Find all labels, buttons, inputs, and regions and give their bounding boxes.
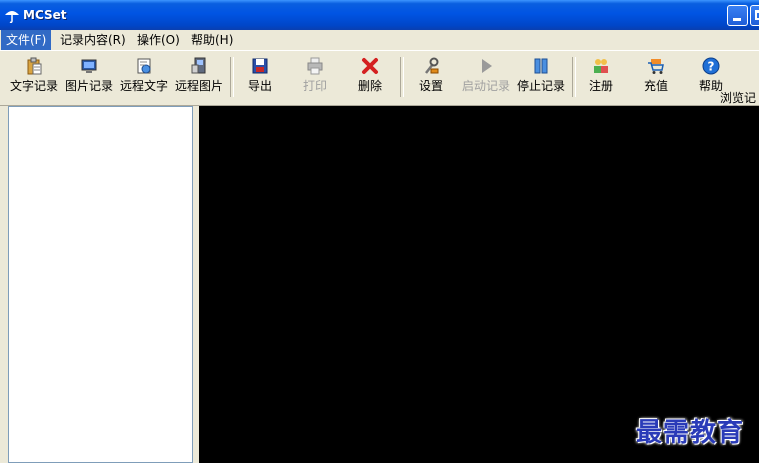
- print-button[interactable]: 打印: [287, 55, 343, 99]
- text-record-button[interactable]: 文字记录: [6, 55, 62, 99]
- remote-image-button[interactable]: 远程图片: [171, 55, 227, 99]
- svg-text:?: ?: [708, 60, 715, 74]
- maximize-icon: [755, 10, 759, 20]
- export-button[interactable]: 导出: [232, 55, 288, 99]
- maximize-button[interactable]: [750, 5, 759, 26]
- stop-record-label: 停止记录: [516, 79, 565, 93]
- image-record-icon: [81, 59, 97, 73]
- remote-image-label: 远程图片: [174, 79, 223, 93]
- browse-record-label: 浏览记: [720, 91, 757, 105]
- start-record-button[interactable]: 启动记录: [458, 55, 514, 99]
- minimize-icon: [733, 18, 741, 21]
- image-record-button[interactable]: 图片记录: [61, 55, 117, 99]
- remote-image-icon: [191, 57, 206, 74]
- toolbar: 文字记录 图片记录 远程文字 远程图片 导出 打印 删除 设置 启动记录 停止记…: [0, 50, 759, 106]
- menu-operation[interactable]: 操作(O): [132, 30, 185, 50]
- delete-x-icon: [362, 58, 378, 74]
- help-icon: ?: [702, 57, 720, 75]
- settings-tools-icon: [425, 57, 439, 74]
- menu-file[interactable]: 文件(F): [1, 30, 52, 50]
- delete-label: 删除: [357, 79, 382, 93]
- play-icon: [482, 59, 492, 73]
- stop-record-button[interactable]: 停止记录: [513, 55, 569, 99]
- settings-button[interactable]: 设置: [403, 55, 459, 99]
- printer-icon: [307, 57, 323, 75]
- register-button[interactable]: 注册: [573, 55, 629, 99]
- menu-record-content[interactable]: 记录内容(R): [55, 30, 131, 50]
- watermark-text: 最需教育: [636, 418, 745, 448]
- minimize-button[interactable]: [727, 5, 748, 26]
- menu-help[interactable]: 帮助(H): [186, 30, 238, 50]
- pause-icon: [534, 58, 548, 74]
- umbrella-app-icon: [5, 11, 19, 23]
- save-disk-icon: [252, 58, 268, 74]
- menu-bar: 文件(F) 记录内容(R) 操作(O) 帮助(H): [0, 30, 759, 50]
- remote-text-icon: [137, 58, 151, 74]
- cart-icon: [648, 59, 664, 74]
- register-users-icon: [594, 59, 608, 73]
- record-list-pane[interactable]: [8, 106, 193, 463]
- clipboard-text-icon: [27, 57, 42, 75]
- title-bar[interactable]: MCSet: [0, 0, 759, 30]
- window-title: MCSet: [23, 8, 67, 22]
- remote-text-button[interactable]: 远程文字: [116, 55, 172, 99]
- recharge-button[interactable]: 充值: [628, 55, 684, 99]
- record-preview-pane[interactable]: [199, 106, 759, 463]
- delete-button[interactable]: 删除: [342, 55, 398, 99]
